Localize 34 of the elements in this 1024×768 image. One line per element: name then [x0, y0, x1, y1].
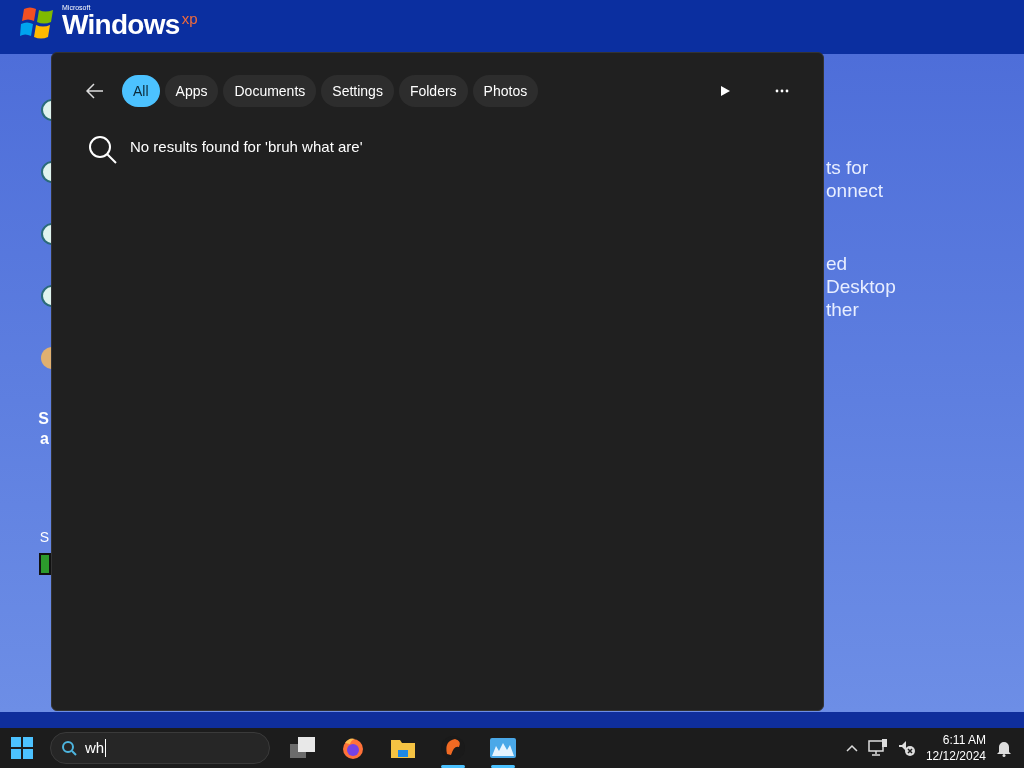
edition-text: xp	[181, 11, 198, 26]
more-options-icon[interactable]	[775, 89, 789, 93]
flag-logo-icon	[20, 6, 56, 40]
fragment-text: S	[39, 528, 50, 547]
filter-tab[interactable]: All	[122, 75, 160, 107]
clock[interactable]: 6:11 AM 12/12/2024	[925, 732, 986, 764]
progress-icon	[39, 553, 51, 575]
logo-text: Windows	[62, 11, 180, 39]
no-results-message: No results found for 'bruh what are'	[130, 136, 363, 157]
filter-tab[interactable]: Photos	[472, 75, 539, 107]
waves-icon	[490, 738, 516, 758]
folder-icon	[390, 737, 416, 759]
filter-tab[interactable]: Folders	[398, 75, 468, 107]
search-field[interactable]: wh	[50, 732, 270, 764]
filter-tab[interactable]: Apps	[164, 75, 219, 107]
network-monitor-icon[interactable]	[867, 739, 888, 757]
speaker-off-icon[interactable]	[897, 739, 916, 757]
play-icon[interactable]	[719, 85, 731, 97]
filter-tab[interactable]: Settings	[321, 75, 394, 107]
fox-globe-icon	[341, 736, 365, 760]
filter-tab[interactable]: Documents	[223, 75, 317, 107]
fragment-text: Desktop	[826, 275, 896, 298]
fragment-text: ed	[826, 252, 849, 275]
bell-icon[interactable]	[996, 739, 1012, 757]
fragment-text: onnect	[826, 179, 885, 202]
back-arrow-icon[interactable]	[86, 83, 104, 99]
fragment-text: S	[38, 409, 50, 429]
windows-logo-icon	[11, 737, 33, 759]
search-icon	[61, 740, 77, 756]
chevron-up-icon[interactable]	[845, 744, 858, 752]
fragment-text: ther	[826, 298, 860, 321]
fragment-text: ts for	[826, 156, 870, 179]
fragment-text: a	[40, 429, 50, 449]
search-icon	[88, 135, 118, 165]
